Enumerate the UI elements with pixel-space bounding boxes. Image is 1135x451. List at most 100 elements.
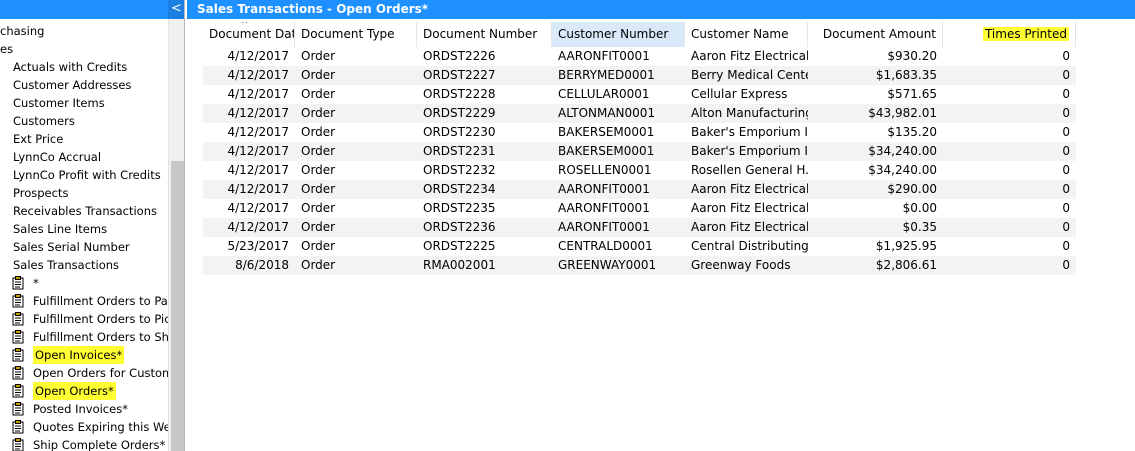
sidebar-item-label: Prospects xyxy=(13,186,69,200)
table-cell: ORDST2231 xyxy=(423,144,496,158)
table-cell: $0.00 xyxy=(902,201,937,215)
table-cell: GREENWAY0001 xyxy=(558,258,657,272)
column-header-label: Document Type xyxy=(301,27,395,41)
sidebar-item[interactable]: Fulfillment Orders to Pac xyxy=(0,292,168,310)
sidebar-item[interactable]: Actuals with Credits xyxy=(0,58,168,76)
table-cell: 0 xyxy=(1062,144,1070,158)
sidebar-item[interactable]: Customer Items xyxy=(0,94,168,112)
column-header-label: Customer Name xyxy=(691,27,789,41)
sidebar-item[interactable]: Open Orders* xyxy=(0,382,168,400)
table-row[interactable]: 4/12/2017 Order ORDST2228 CELLULAR0001 Cellu… xyxy=(203,85,1076,104)
table-cell: 4/12/2017 xyxy=(227,220,289,234)
table-cell: Berry Medical Center xyxy=(691,68,808,82)
sidebar-scrollbar[interactable] xyxy=(168,19,184,451)
sidebar-item[interactable]: Receivables Transactions xyxy=(0,202,168,220)
table-cell: Baker's Emporium I... xyxy=(691,144,808,158)
clipboard-icon xyxy=(12,366,24,380)
table-cell: AARONFIT0001 xyxy=(558,49,650,63)
table-cell: Order xyxy=(301,163,336,177)
table-cell: Order xyxy=(301,144,336,158)
table-cell: $1,683.35 xyxy=(875,68,937,82)
collapse-sidebar-button[interactable]: < xyxy=(168,0,184,19)
sidebar-item[interactable]: LynnCo Profit with Credits xyxy=(0,166,168,184)
sidebar-item[interactable]: Customer Addresses xyxy=(0,76,168,94)
table-row[interactable]: 5/23/2017 Order ORDST2225 CENTRALD0001 Centr… xyxy=(203,237,1076,256)
table-cell: $2,806.61 xyxy=(875,258,937,272)
sidebar-item[interactable]: Prospects xyxy=(0,184,168,202)
column-header[interactable]: Customer Name xyxy=(685,22,808,47)
sidebar-item-label: Quotes Expiring this Wee xyxy=(33,420,168,434)
table-cell: $290.00 xyxy=(887,182,937,196)
sidebar-item-label: Customers xyxy=(13,114,75,128)
sidebar-item[interactable]: Customers xyxy=(0,112,168,130)
table-cell: AARONFIT0001 xyxy=(558,182,650,196)
clipboard-icon xyxy=(12,384,24,398)
table-cell: AARONFIT0001 xyxy=(558,220,650,234)
sidebar-item-label: Sales Transactions xyxy=(13,258,120,272)
sidebar-panel: < chasing es Actuals with Credits Customer … xyxy=(0,0,185,451)
sidebar-item[interactable]: Sales Transactions xyxy=(0,256,168,274)
sidebar-item[interactable]: Open Orders for Custome xyxy=(0,364,168,382)
sidebar-item[interactable]: chasing xyxy=(0,22,168,40)
column-header[interactable]: Document Amount xyxy=(808,22,943,47)
table-cell: 4/12/2017 xyxy=(227,49,289,63)
sidebar-item-label: Fulfillment Orders to Pick xyxy=(33,312,168,326)
table-row[interactable]: 4/12/2017 Order ORDST2229 ALTONMAN0001 Alton… xyxy=(203,104,1076,123)
sidebar-item[interactable]: Open Invoices* xyxy=(0,346,168,364)
sidebar-item-label: Open Orders for Custome xyxy=(33,366,168,380)
sidebar-item-label: Open Orders* xyxy=(33,382,116,400)
sidebar-item[interactable]: Fulfillment Orders to Ship xyxy=(0,328,168,346)
table-cell: Cellular Express xyxy=(691,87,788,101)
table-cell: 0 xyxy=(1062,258,1070,272)
sidebar-item-label: chasing xyxy=(0,24,45,38)
sidebar-item-label: Customer Items xyxy=(13,96,105,110)
table-row[interactable]: 4/12/2017 Order ORDST2236 AARONFIT0001 Aaron… xyxy=(203,218,1076,237)
table-cell: Order xyxy=(301,106,336,120)
sidebar-scroll-thumb[interactable] xyxy=(171,161,184,451)
table-cell: ORDST2230 xyxy=(423,125,496,139)
table-cell: $0.35 xyxy=(902,220,937,234)
table-row[interactable]: 4/12/2017 Order ORDST2227 BERRYMED0001 Berry… xyxy=(203,66,1076,85)
column-header-label: Document Amount xyxy=(822,27,936,41)
table-cell: AARONFIT0001 xyxy=(558,201,650,215)
sidebar-item[interactable]: Sales Line Items xyxy=(0,220,168,238)
sidebar-item[interactable]: * xyxy=(0,274,168,292)
column-header[interactable]: Document Type xyxy=(295,22,417,47)
table-cell: 8/6/2018 xyxy=(235,258,289,272)
table-row[interactable]: 4/12/2017 Order ORDST2226 AARONFIT0001 Aaron… xyxy=(203,47,1076,66)
clipboard-icon xyxy=(12,402,24,416)
column-header[interactable]: Document Number xyxy=(417,22,552,47)
sidebar-item-label: * xyxy=(33,276,39,290)
table-row[interactable]: 4/12/2017 Order ORDST2230 BAKERSEM0001 Baker… xyxy=(203,123,1076,142)
table-cell: 0 xyxy=(1062,163,1070,177)
table-cell: ORDST2227 xyxy=(423,68,496,82)
grid-header: ^ Document Date Document Type Document Numb… xyxy=(203,22,1076,47)
table-cell: CELLULAR0001 xyxy=(558,87,650,101)
sidebar-item-label: Sales Line Items xyxy=(13,222,108,236)
sidebar-list: chasing es Actuals with Credits Customer Ad… xyxy=(0,22,168,451)
clipboard-icon xyxy=(12,420,24,434)
column-header[interactable]: Times Printed xyxy=(943,22,1076,47)
sidebar-item[interactable]: es xyxy=(0,40,168,58)
table-row[interactable]: 4/12/2017 Order ORDST2234 AARONFIT0001 Aaron… xyxy=(203,180,1076,199)
sidebar-item[interactable]: LynnCo Accrual xyxy=(0,148,168,166)
clipboard-icon xyxy=(12,348,24,362)
table-cell: ORDST2226 xyxy=(423,49,496,63)
table-row[interactable]: 8/6/2018 Order RMA002001 GREENWAY0001 Greenw… xyxy=(203,256,1076,275)
sidebar-item[interactable]: Posted Invoices* xyxy=(0,400,168,418)
sidebar-item[interactable]: Ext Price xyxy=(0,130,168,148)
sidebar-item[interactable]: Fulfillment Orders to Pick xyxy=(0,310,168,328)
table-row[interactable]: 4/12/2017 Order ORDST2232 ROSELLEN0001 Rosel… xyxy=(203,161,1076,180)
sidebar-item[interactable]: Quotes Expiring this Wee xyxy=(0,418,168,436)
table-cell: Order xyxy=(301,201,336,215)
sidebar-item[interactable]: Ship Complete Orders* xyxy=(0,436,168,451)
sidebar-item-label: es xyxy=(0,42,14,56)
sidebar-item[interactable]: Sales Serial Number xyxy=(0,238,168,256)
column-header[interactable]: Customer Number xyxy=(552,22,685,47)
column-header-label: Document Number xyxy=(423,27,538,41)
table-cell: 0 xyxy=(1062,49,1070,63)
table-row[interactable]: 4/12/2017 Order ORDST2231 BAKERSEM0001 Baker… xyxy=(203,142,1076,161)
table-row[interactable]: 4/12/2017 Order ORDST2235 AARONFIT0001 Aaron… xyxy=(203,199,1076,218)
column-header[interactable]: ^ Document Date xyxy=(203,22,295,47)
table-cell: ALTONMAN0001 xyxy=(558,106,656,120)
